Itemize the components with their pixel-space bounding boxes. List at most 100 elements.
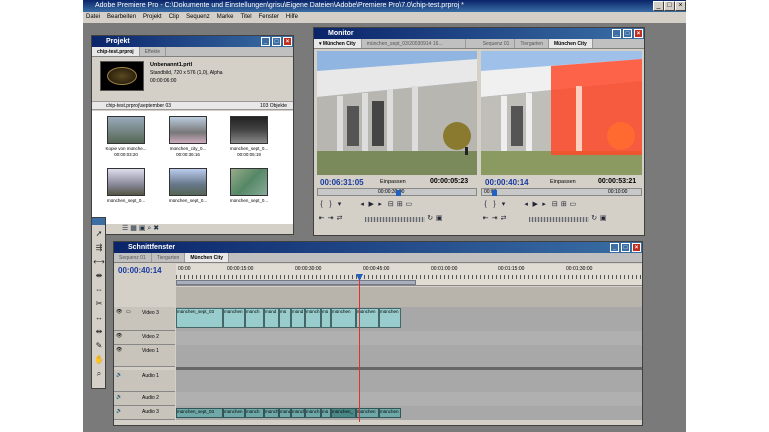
rolling-edit-icon[interactable]: ⇼ [93, 270, 105, 281]
loop-icon[interactable]: ↻ [590, 214, 599, 222]
menu-bearbeiten[interactable]: Bearbeiten [107, 12, 136, 23]
program-timecode[interactable]: 00:00:40:14 [485, 178, 529, 187]
program-zoom-select[interactable]: Einpassen [550, 179, 576, 185]
audio-clip[interactable]: münch [264, 408, 279, 418]
slip-icon[interactable]: ↔ [93, 312, 105, 323]
hand-icon[interactable]: ✋ [93, 354, 105, 365]
trim-icon[interactable]: ▭ [568, 200, 577, 208]
speaker-icon[interactable]: 🔊 [116, 394, 122, 400]
timeline-minimize-button[interactable]: _ [610, 243, 619, 252]
eye-icon[interactable]: 👁 [116, 333, 122, 339]
audio-clip[interactable]: münch [305, 408, 321, 418]
program-jog-wheel[interactable] [529, 217, 589, 222]
maximize-button[interactable]: □ [664, 1, 675, 11]
timeline-maximize-button[interactable]: □ [621, 243, 630, 252]
monitor-minimize-button[interactable]: _ [612, 29, 621, 38]
minimize-button[interactable]: _ [653, 1, 664, 11]
insert-icon[interactable]: ⊟ [386, 200, 395, 208]
tab-effects[interactable]: Effekte [140, 47, 167, 56]
go-in-icon[interactable]: ⇤ [317, 214, 326, 222]
clip-thumbnail[interactable] [107, 116, 145, 144]
menu-clip[interactable]: Clip [169, 12, 179, 23]
set-marker-icon[interactable]: ▾ [335, 200, 344, 208]
video-clip[interactable]: münch [245, 308, 264, 328]
tab-muenchen-city[interactable]: München City [185, 253, 230, 262]
find-icon[interactable]: ⌕ [147, 225, 151, 232]
list-view-icon[interactable]: ☰ [122, 225, 128, 232]
speaker-icon[interactable]: 🔊 [116, 372, 122, 378]
go-out-icon[interactable]: ⇥ [490, 214, 499, 222]
mark-in-icon[interactable]: { [317, 201, 326, 208]
clip-thumbnail[interactable] [230, 116, 268, 144]
video1-track-area[interactable] [176, 345, 642, 367]
video-clip[interactable]: mü [279, 308, 291, 328]
video-clip[interactable]: münchen [331, 308, 356, 328]
project-minimize-button[interactable]: _ [261, 37, 270, 46]
overlay-icon[interactable]: ⊞ [395, 200, 404, 208]
audio-clip[interactable]: münchen_ [331, 408, 356, 418]
audio-clip[interactable]: münch [245, 408, 264, 418]
audio-clip[interactable]: münch [291, 408, 305, 418]
menu-hilfe[interactable]: Hilfe [286, 12, 298, 23]
timeline-ruler[interactable]: 00:00 00:00:15:00 00:00:30:00 00:00:45:0… [176, 264, 642, 286]
source-timecode[interactable]: 00:06:31:05 [320, 178, 364, 187]
menu-projekt[interactable]: Projekt [143, 12, 162, 23]
close-button[interactable]: × [675, 1, 686, 11]
video-clip[interactable]: münd [291, 308, 305, 328]
monitor-close-button[interactable]: × [634, 29, 643, 38]
tab-sequenz-01[interactable]: Sequenz 01 [114, 253, 152, 262]
step-back-icon[interactable]: ◂ [522, 200, 531, 208]
tab-sequenz-01[interactable]: Sequenz 01 [478, 39, 516, 48]
selection-tool-icon[interactable]: ➚ [93, 228, 105, 239]
tab-tiergarten[interactable]: Tiergarten [152, 253, 186, 262]
loop-icon[interactable]: ↻ [426, 214, 435, 222]
tab-source[interactable]: ▾ München City [314, 39, 362, 48]
delete-icon[interactable]: ✖ [153, 225, 159, 232]
eye-icon[interactable]: 👁 [116, 347, 122, 353]
monitor-maximize-button[interactable]: □ [623, 29, 632, 38]
audio-clip[interactable]: münd [279, 408, 291, 418]
rate-stretch-icon[interactable]: ⇔ [93, 284, 105, 295]
audio-clip[interactable]: münchen [223, 408, 245, 418]
audio2-track-area[interactable] [176, 392, 642, 406]
clip-thumbnail[interactable] [107, 168, 145, 196]
video-clip[interactable]: münchen_sept_03 [176, 308, 223, 328]
video-clip[interactable]: münd [264, 308, 279, 328]
extract-icon[interactable]: ⊞ [559, 200, 568, 208]
video-clip[interactable]: münch [305, 308, 321, 328]
video-clip[interactable]: mü [321, 308, 331, 328]
pen-icon[interactable]: ✎ [93, 340, 105, 351]
audio-clip[interactable]: münchen_sept_03 [176, 408, 223, 418]
icon-view-icon[interactable]: ▦ [130, 225, 137, 232]
menu-datei[interactable]: Datei [86, 12, 100, 23]
video2-track-area[interactable] [176, 331, 642, 345]
clip-thumbnail[interactable] [169, 116, 207, 144]
timeline-playhead-line[interactable] [359, 280, 360, 422]
video-clip[interactable]: münchen [223, 308, 245, 328]
program-time-ruler[interactable]: 00:00 00:10:00 [481, 188, 642, 196]
source-file-tab[interactable]: münchen_sept_03\20030914 16... [362, 39, 466, 48]
tab-tiergarten[interactable]: Tiergarten [515, 39, 549, 48]
project-close-button[interactable]: × [283, 37, 292, 46]
output-icon[interactable]: ▭ [404, 200, 413, 208]
menu-marke[interactable]: Marke [217, 12, 234, 23]
mark-in-icon[interactable]: { [481, 201, 490, 208]
track-select-icon[interactable]: ⇶ [93, 242, 105, 253]
tab-project-file[interactable]: chip-test.prproj [92, 47, 140, 56]
source-jog-wheel[interactable] [365, 217, 425, 222]
zoom-icon[interactable]: ⌕ [93, 368, 105, 379]
go-out-icon[interactable]: ⇥ [326, 214, 335, 222]
mark-out-icon[interactable]: } [490, 201, 499, 208]
mark-out-icon[interactable]: } [326, 201, 335, 208]
lock-icon[interactable]: ▭ [126, 309, 131, 315]
go-in-icon[interactable]: ⇤ [481, 214, 490, 222]
timeline-timecode[interactable]: 00:00:40:14 [118, 266, 162, 275]
step-back-icon[interactable]: ◂ [358, 200, 367, 208]
lift-icon[interactable]: ⊟ [550, 200, 559, 208]
play-icon[interactable]: ▶ [367, 200, 376, 208]
audio1-track-area[interactable] [176, 370, 642, 392]
step-forward-icon[interactable]: ▸ [376, 200, 385, 208]
new-bin-icon[interactable]: ▣ [139, 225, 146, 232]
play-in-out-icon[interactable]: ⇄ [335, 214, 344, 222]
clip-thumbnail[interactable] [230, 168, 268, 196]
